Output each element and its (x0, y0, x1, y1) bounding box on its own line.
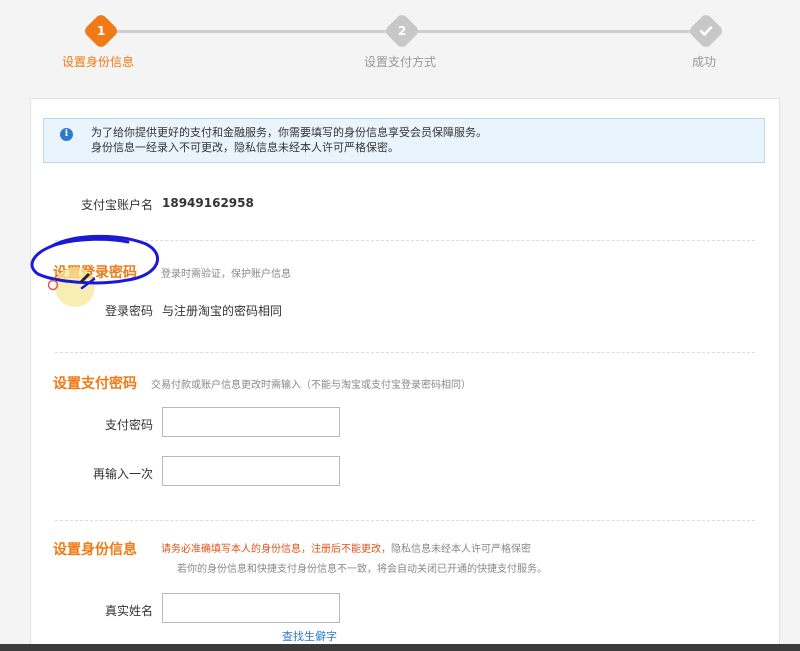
identity-title: 设置身份信息 (53, 542, 137, 558)
lookup-rare-char-link[interactable]: 查找生僻字 (282, 628, 337, 644)
login-password-label: 登录密码 (104, 304, 153, 318)
step-2-label: 设置支付方式 (364, 55, 437, 69)
notice-line-1: 为了给你提供更好的支付和金融服务，你需要填写的身份信息享受会员保障服务。 (91, 126, 487, 139)
identity-hint-line-2: 若你的身份信息和快捷支付身份信息不一致，将会自动关闭已开通的快捷支付服务。 (177, 564, 547, 575)
login-password-hint: 登录时需验证，保护账户信息 (161, 269, 291, 280)
pay-password-input[interactable] (162, 407, 340, 437)
real-name-label: 真实姓名 (104, 604, 153, 618)
pay-password-confirm-input[interactable] (162, 456, 340, 486)
divider (55, 352, 755, 353)
notice-line-2: 身份信息一经录入不可更改，隐私信息未经本人许可严格保密。 (91, 141, 399, 154)
identity-hint-privacy: 隐私信息未经本人许可严格保密 (391, 544, 531, 555)
identity-hint: 请务必准确填写本人的身份信息，注册后不能更改，隐私信息未经本人许可严格保密 (161, 540, 531, 555)
pay-password-confirm-label: 再输入一次 (92, 467, 153, 481)
registration-form: i 为了给你提供更好的支付和金融服务，你需要填写的身份信息享受会员保障服务。 身… (30, 98, 780, 651)
window-bottom-edge (0, 644, 800, 651)
info-notice: i 为了给你提供更好的支付和金融服务，你需要填写的身份信息享受会员保障服务。 身… (43, 118, 765, 163)
step-connector (416, 30, 692, 33)
step-2-badge: 2 (383, 12, 421, 50)
step-1-label: 设置身份信息 (62, 55, 135, 69)
login-password-value: 与注册淘宝的密码相同 (162, 304, 283, 318)
check-icon (699, 26, 713, 36)
progress-steps: 1 2 设置身份信息 设置支付方式 成功 (0, 0, 800, 90)
identity-hint-warning: 请务必准确填写本人的身份信息，注册后不能更改， (161, 544, 391, 555)
divider (55, 520, 755, 521)
info-icon: i (60, 128, 73, 141)
step-connector (116, 30, 388, 33)
account-label: 支付宝账户名 (80, 198, 153, 212)
pay-password-hint: 交易付款或账户信息更改时需输入（不能与淘宝或支付宝登录密码相同） (151, 380, 471, 391)
step-1-badge: 1 (82, 12, 120, 50)
account-value: 18949162958 (162, 196, 254, 210)
login-password-title: 设置登录密码 (53, 265, 137, 281)
step-3-label: 成功 (692, 55, 717, 69)
pay-password-label: 支付密码 (104, 418, 153, 432)
divider (55, 240, 755, 241)
step-3-badge (687, 12, 725, 50)
real-name-input[interactable] (162, 593, 340, 623)
pay-password-title: 设置支付密码 (53, 376, 137, 392)
